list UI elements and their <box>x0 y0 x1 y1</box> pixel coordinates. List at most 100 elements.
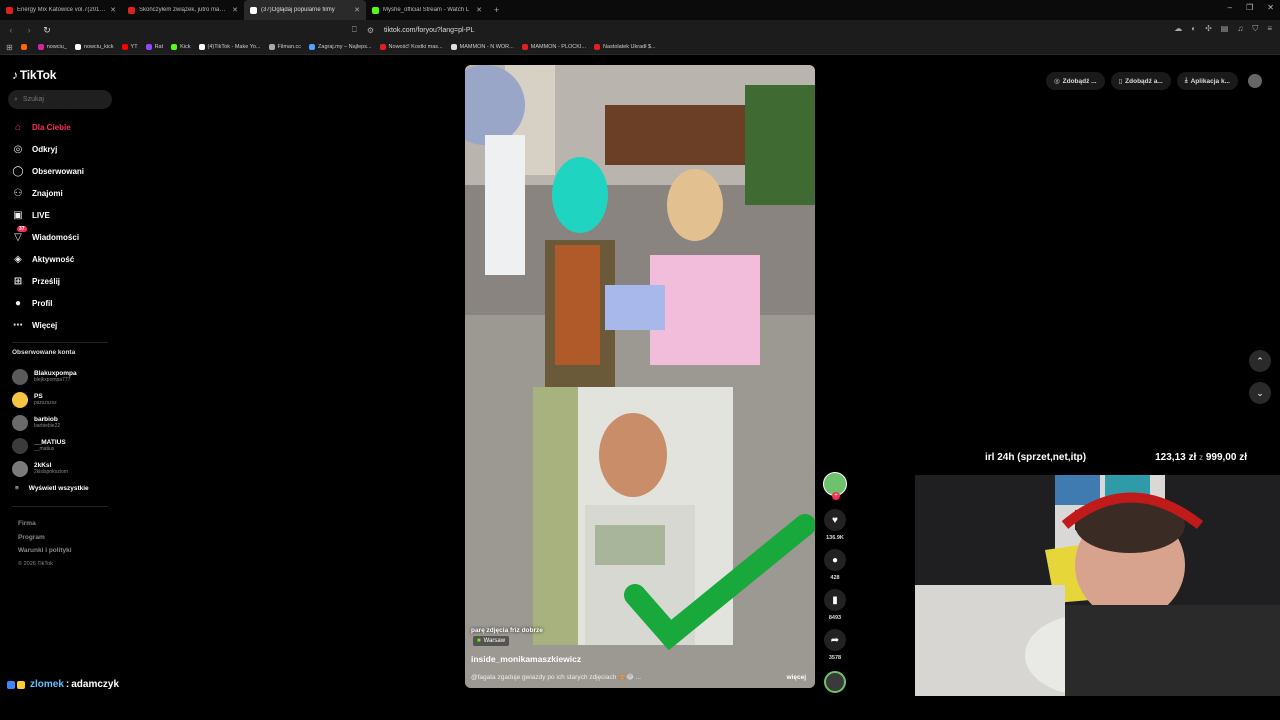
author-avatar[interactable]: + <box>823 472 847 500</box>
show-all-button[interactable]: ≡ Wyświetl wszystkie <box>15 485 89 492</box>
notification-badge: 37 <box>17 226 27 232</box>
more-button[interactable]: więcej <box>786 674 806 681</box>
bookmark-page-icon[interactable]: ⎕ <box>352 25 357 35</box>
chevron-up-icon: ⌃ <box>1256 355 1264 366</box>
sidebar-item-following[interactable]: ◯ Obserwowani <box>12 160 84 182</box>
video-author[interactable]: inside_monikamaszkiewicz <box>471 654 581 664</box>
browser-tab[interactable]: Myshe_official Stream - Watch L ✕ <box>366 0 488 20</box>
forward-icon[interactable]: › <box>22 25 36 35</box>
sidebar-item-profile[interactable]: ● Profil <box>12 292 84 314</box>
bookmark-item[interactable] <box>20 44 30 50</box>
location-tag[interactable]: ■ Warsaw <box>473 636 510 646</box>
footer-link-terms[interactable]: Warunki i polityki <box>18 544 72 558</box>
bookmark-item[interactable]: Filman.cc <box>268 44 301 50</box>
bookmark-item[interactable]: nowciu_ <box>37 44 67 50</box>
bookmark-icon: ▮ <box>832 594 838 606</box>
follow-plus-icon[interactable]: + <box>832 492 840 500</box>
site-info-icon[interactable]: ⚙ <box>367 26 374 35</box>
sidebar-item-friends[interactable]: ⚇ Znajomi <box>12 182 84 204</box>
location-pin-icon: ■ <box>477 638 481 644</box>
bookmark-item[interactable]: Rat <box>145 44 163 50</box>
sidebar-item-compass[interactable]: ◎ Odkryj <box>12 138 84 160</box>
chat-text: adamczyk <box>71 679 120 690</box>
following-title: Obserwowane konta <box>12 349 76 356</box>
puzzle-icon[interactable]: ✣ <box>1205 24 1212 34</box>
following-account[interactable]: PS pszszszsz <box>12 388 112 411</box>
shield-icon[interactable]: ⛉ <box>1252 24 1258 34</box>
browser-tab[interactable]: Skończyłem związek, jutro masz się ✕ <box>122 0 244 20</box>
sidebar-item-live[interactable]: ▣ LIVE <box>12 204 84 226</box>
address-url[interactable]: tiktok.com/foryou?lang=pl-PL <box>384 27 474 34</box>
sidebar-item-label: Więcej <box>32 320 58 330</box>
video-player[interactable]: parę zdjęcia friz dobrze ■ Warsaw inside_… <box>465 65 815 688</box>
video-description: @fagata zgaduje gwiazdy po ich starych z… <box>471 674 642 681</box>
tiktok-logo[interactable]: ♪ TikTok <box>12 68 56 82</box>
tab-close-icon[interactable]: ✕ <box>110 6 116 14</box>
avatar <box>12 437 28 454</box>
search-input[interactable]: ⌕ Szukaj <box>8 90 112 109</box>
bookmark-item[interactable]: Zagraj.my – Najleps... <box>309 44 372 50</box>
previous-video-button[interactable]: ⌃ <box>1249 350 1271 372</box>
browser-tab[interactable]: (37)Oglądaj popularne filmy ✕ <box>244 0 366 20</box>
back-icon[interactable]: ‹ <box>4 25 18 35</box>
bookmark-item[interactable]: nowciu_kick <box>74 44 114 50</box>
like-button[interactable]: ♥ <box>824 509 846 531</box>
badge-icon <box>17 680 25 689</box>
menu-icon[interactable]: ≡ <box>1267 24 1272 34</box>
bookmark-item[interactable]: Kick <box>171 44 191 50</box>
save-button[interactable]: ▮ <box>824 589 846 611</box>
sidebar-icon[interactable]: ▤ <box>1221 24 1229 34</box>
reload-icon[interactable]: ↻ <box>40 25 54 36</box>
chat-message: zlomek : adamczyk <box>7 679 119 690</box>
bookmark-favicon-icon <box>309 44 316 50</box>
following-account[interactable]: Blakuxpompa blejkxpompa777 <box>12 365 112 388</box>
live-icon: ▣ <box>13 209 23 221</box>
tab-close-icon[interactable]: ✕ <box>232 6 238 14</box>
browser-tab[interactable]: Energy Mix Katowice vol.7(2017) Re ✕ <box>0 0 122 20</box>
share-count: 3578 <box>828 655 842 661</box>
tab-close-icon[interactable]: ✕ <box>354 6 360 14</box>
restore-icon[interactable]: ❐ <box>1246 3 1253 12</box>
extension-icon[interactable]: ☁ <box>1174 24 1182 34</box>
user-avatar[interactable] <box>1248 74 1262 88</box>
following-account[interactable]: 2kKsl 2klslspokoziom <box>12 457 112 480</box>
footer-link-company[interactable]: Firma <box>18 517 72 531</box>
get-app-button[interactable]: ▯ Zdobądź a... <box>1110 72 1171 90</box>
bookmark-favicon-icon <box>145 44 152 50</box>
tab-title: Myshe_official Stream - Watch L <box>383 7 470 13</box>
bookmark-item[interactable]: MAMMON - PLOCKI... <box>521 44 586 50</box>
share-icon: ➦ <box>830 634 840 646</box>
sidebar-item-home[interactable]: ⌂ Dla Ciebie <box>12 116 84 138</box>
bookmark-favicon-icon <box>594 44 601 50</box>
sidebar-item-upload[interactable]: ⊞ Prześlij <box>12 270 84 292</box>
new-tab-icon[interactable]: + <box>494 5 499 15</box>
search-icon: ⌕ <box>14 95 18 103</box>
sidebar-item-more[interactable]: ⋯ Więcej <box>12 314 84 336</box>
next-video-button[interactable]: ⌄ <box>1249 382 1271 404</box>
minimize-icon[interactable]: – <box>1228 3 1232 12</box>
address-bar[interactable]: ⎕ ⚙ tiktok.com/foryou?lang=pl-PL <box>352 22 912 38</box>
tab-title: (37)Oglądaj popularne filmy <box>261 7 335 13</box>
bookmark-item[interactable]: Nowość! Kostki mas... <box>379 44 443 50</box>
music-disc-icon[interactable] <box>824 671 846 693</box>
following-account[interactable]: __MATIUS __matius <box>12 434 112 457</box>
extension-icon[interactable]: ◐ <box>1191 24 1196 34</box>
comment-button[interactable]: ● <box>824 549 846 571</box>
sidebar-item-activity[interactable]: ◈ Aktywność <box>12 248 84 270</box>
following-account[interactable]: barbiob barbiebie22 <box>12 411 112 434</box>
sidebar-item-label: Prześlij <box>32 276 61 286</box>
footer-link-program[interactable]: Program <box>18 531 72 545</box>
apps-icon[interactable]: ⊞ <box>6 43 13 52</box>
coin-icon: ◎ <box>1053 78 1060 85</box>
bookmark-item[interactable]: Nastolatek Ukradł $... <box>594 44 656 50</box>
bookmark-item[interactable]: YT <box>121 44 138 50</box>
tab-close-icon[interactable]: ✕ <box>476 6 482 14</box>
bookmark-item[interactable]: (4)TikTok - Make Yo... <box>198 44 261 50</box>
bookmark-item[interactable]: MAMMON - N WOR... <box>450 44 514 50</box>
sidebar-item-messages[interactable]: ▽ 37 Wiadomości <box>12 226 84 248</box>
music-icon[interactable]: ♫ <box>1237 24 1243 34</box>
desktop-app-button[interactable]: ⤓ Aplikacja k... <box>1176 72 1238 90</box>
get-coins-button[interactable]: ◎ Zdobądź ... <box>1045 72 1105 90</box>
share-button[interactable]: ➦ <box>824 629 846 651</box>
close-window-icon[interactable]: ✕ <box>1267 3 1274 12</box>
